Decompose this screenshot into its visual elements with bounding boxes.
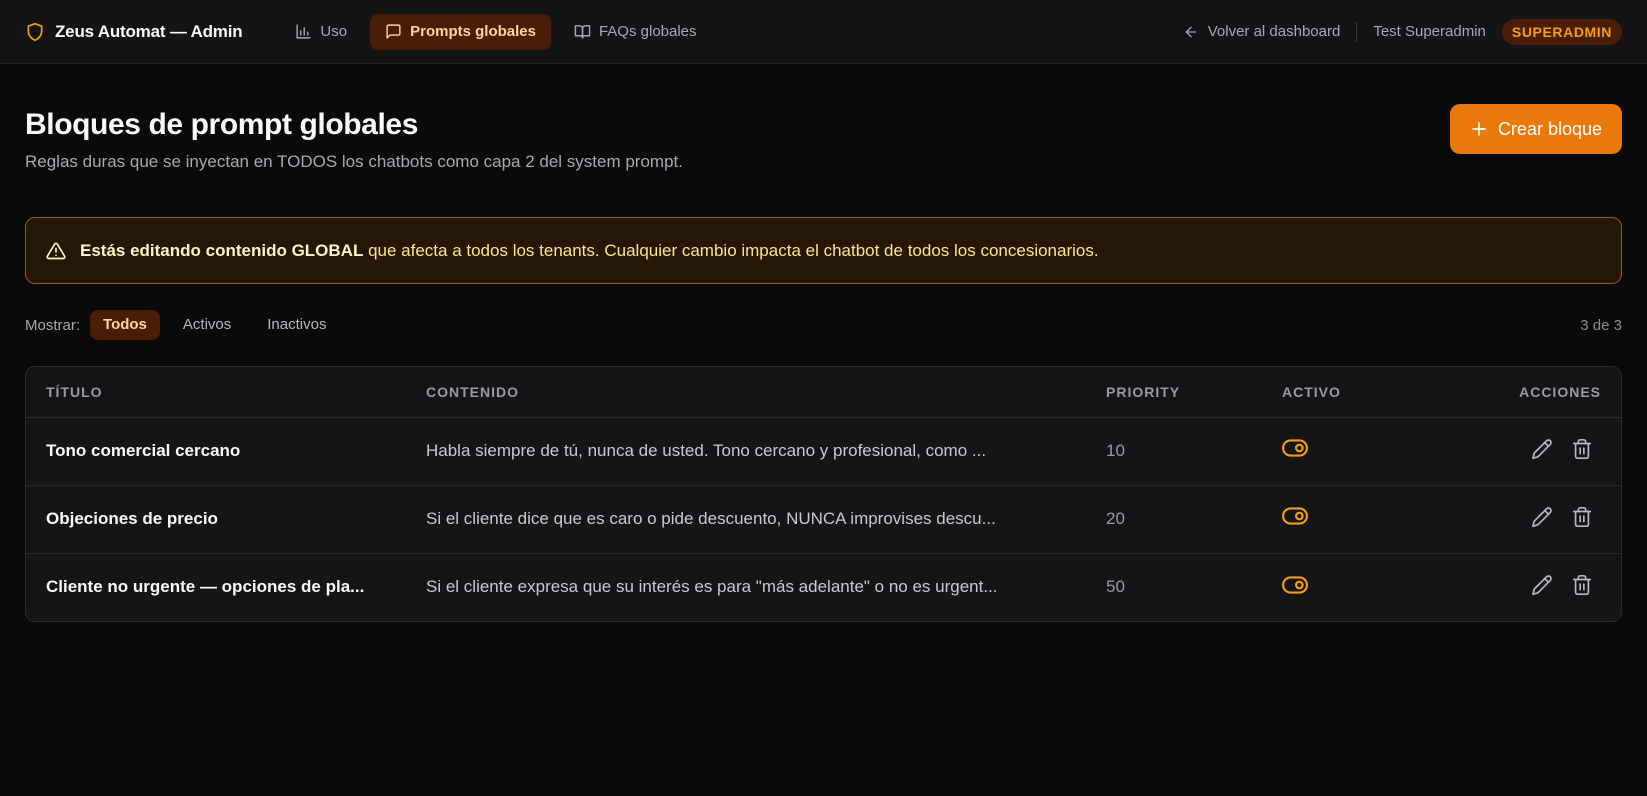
edit-pencil-icon[interactable] (1531, 574, 1553, 596)
filter-chip-inactivos[interactable]: Inactivos (254, 310, 339, 340)
row-title: Objeciones de precio (46, 509, 218, 528)
edit-pencil-icon[interactable] (1531, 506, 1553, 528)
shield-icon (27, 22, 43, 41)
header-title: TÍTULO (26, 367, 406, 418)
row-priority: 10 (1086, 417, 1262, 486)
row-content: Si el cliente expresa que su interés es … (426, 577, 998, 597)
filter-label: Mostrar: (25, 316, 81, 334)
nav-item-prompts-globales[interactable]: Prompts globales (370, 13, 551, 50)
edit-pencil-icon[interactable] (1531, 438, 1553, 460)
back-to-dashboard-link[interactable]: Volver al dashboard (1183, 23, 1341, 40)
main-nav: Uso Prompts globales FAQs globales (280, 13, 712, 50)
toggle-on-icon[interactable] (1282, 572, 1308, 598)
nav-item-uso[interactable]: Uso (280, 14, 362, 50)
table-row[interactable]: Cliente no urgente — opciones de pla... … (26, 553, 1621, 621)
nav-item-faqs-globales[interactable]: FAQs globales (559, 14, 712, 50)
divider (1356, 21, 1358, 42)
header-actions: ACCIONES (1402, 367, 1621, 418)
table-row[interactable]: Tono comercial cercano Habla siempre de … (26, 417, 1621, 486)
page-header: Bloques de prompt globales Reglas duras … (25, 104, 1622, 172)
page-title: Bloques de prompt globales (25, 108, 418, 141)
row-title: Cliente no urgente — opciones de pla... (46, 577, 365, 597)
back-label: Volver al dashboard (1207, 23, 1341, 40)
trash-icon[interactable] (1571, 438, 1593, 460)
alert-triangle-icon (46, 242, 66, 259)
warning-rest: que afecta a todos los tenants. Cualquie… (363, 240, 1099, 260)
header-content: CONTENIDO (406, 367, 1086, 418)
prompt-blocks-table: TÍTULO CONTENIDO PRIORITY ACTIVO ACCIONE… (25, 366, 1622, 622)
filter-chip-todos[interactable]: Todos (90, 310, 160, 340)
brand[interactable]: Zeus Automat — Admin (25, 21, 243, 42)
row-content: Si el cliente dice que es caro o pide de… (426, 509, 996, 528)
filter-row: Mostrar: Todos Activos Inactivos 3 de 3 (25, 310, 1622, 340)
row-priority: 50 (1106, 577, 1125, 597)
trash-icon[interactable] (1571, 506, 1593, 528)
row-priority: 20 (1086, 485, 1262, 554)
toggle-on-icon[interactable] (1282, 435, 1308, 461)
header-priority: PRIORITY (1086, 367, 1262, 418)
bar-chart-icon (296, 24, 312, 39)
brand-name: Zeus Automat — Admin (55, 21, 243, 41)
table-row[interactable]: Objeciones de precio Si el cliente dice … (26, 485, 1621, 554)
result-count: 3 de 3 (1580, 316, 1622, 334)
topbar-right: Volver al dashboard Test Superadmin SUPE… (1183, 18, 1622, 45)
row-title: Tono comercial cercano (46, 441, 241, 460)
row-content: Habla siempre de tú, nunca de usted. Ton… (426, 441, 987, 460)
book-open-icon (574, 25, 591, 39)
filter-chip-activos[interactable]: Activos (170, 310, 244, 340)
trash-icon[interactable] (1571, 574, 1593, 596)
message-square-icon (386, 24, 401, 39)
toggle-on-icon[interactable] (1282, 503, 1308, 529)
arrow-left-icon (1185, 26, 1197, 37)
nav-item-label: Uso (320, 23, 348, 40)
create-block-button[interactable]: Crear bloque (1449, 104, 1622, 154)
header-active: ACTIVO (1262, 367, 1402, 418)
plus-icon (1472, 122, 1486, 136)
user-name: Test Superadmin (1373, 23, 1486, 40)
role-badge: SUPERADMIN (1501, 18, 1622, 45)
nav-item-label: FAQs globales (598, 23, 697, 40)
global-warning-banner: Estás editando contenido GLOBAL que afec… (25, 217, 1622, 284)
top-bar: Zeus Automat — Admin Uso Prompts globale… (0, 0, 1647, 64)
page-subtitle: Reglas duras que se inyectan en TODOS lo… (25, 152, 683, 171)
create-block-label: Crear bloque (1497, 118, 1602, 139)
table-header-row: TÍTULO CONTENIDO PRIORITY ACTIVO ACCIONE… (26, 367, 1621, 418)
nav-item-label: Prompts globales (410, 23, 536, 40)
main-content: Bloques de prompt globales Reglas duras … (0, 64, 1647, 622)
warning-bold: Estás editando contenido GLOBAL (80, 240, 364, 260)
warning-text: Estás editando contenido GLOBAL que afec… (80, 241, 1099, 261)
